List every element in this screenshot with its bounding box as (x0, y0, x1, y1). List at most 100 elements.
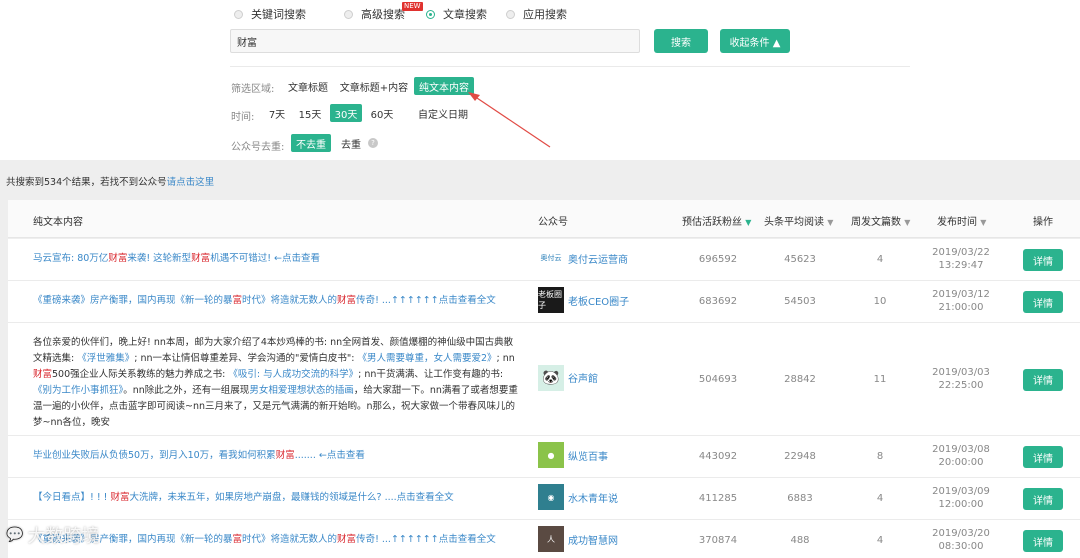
weekly-posts-value: 4 (876, 254, 884, 265)
time-option-7d[interactable]: 7天 (263, 104, 291, 122)
fans-value: 696592 (698, 254, 738, 265)
radio-icon[interactable] (234, 9, 243, 19)
account-avatar[interactable]: 🐼 (538, 364, 564, 391)
sort-desc-icon[interactable]: ▼ (745, 218, 751, 227)
account-cell[interactable]: ◉ 水木青年说 (538, 484, 618, 510)
publish-date: 2019/03/08 (932, 444, 990, 455)
publish-clock: 13:29:47 (938, 260, 984, 271)
article-title-link[interactable]: 【今日看点】! ! ! 财富大洗牌，未来五年，如果房地产崩盘，最赚钱的领域是什么… (33, 490, 523, 506)
publish-time: 2019/03/09 12:00:00 (916, 485, 1006, 511)
text-segment: 时代》将造就无数人的 (242, 295, 338, 306)
dedupe-option-off[interactable]: 不去重 (291, 134, 331, 152)
keyword-highlight: 富 (232, 295, 243, 306)
account-avatar[interactable]: 老板圈子 (538, 287, 564, 313)
search-mode-label: 高级搜索 (361, 8, 405, 21)
search-input[interactable]: 财富 (230, 29, 640, 53)
inline-link[interactable]: 《浮世雅集》 (77, 353, 134, 364)
help-circle-icon[interactable]: ? (368, 138, 378, 148)
area-option-title[interactable]: 文章标题 (283, 77, 333, 95)
account-avatar[interactable]: 奥付云 (538, 245, 564, 271)
account-name-link[interactable]: 奥付云运营商 (568, 251, 628, 266)
search-mode-group: 关键词搜索 高级搜索 NEW 文章搜索 应用搜索 (234, 2, 586, 22)
detail-button[interactable]: 详情 (1023, 249, 1063, 271)
sort-icon[interactable]: ▼ (827, 218, 833, 227)
find-account-link[interactable]: 请点击这里 (167, 177, 215, 188)
weekly-posts-value: 8 (876, 451, 884, 462)
table-header: 纯文本内容 公众号 预估活跃粉丝 ▼ 头条平均阅读 ▼ 周发文篇数 ▼ 发布时间… (8, 200, 1080, 238)
account-avatar[interactable]: ● (538, 442, 564, 468)
detail-button[interactable]: 详情 (1023, 530, 1063, 552)
radio-selected-icon[interactable] (426, 9, 435, 19)
header-date[interactable]: 发布时间 ▼ (937, 213, 986, 228)
account-avatar[interactable]: 人 (538, 526, 564, 552)
time-option-60d[interactable]: 60天 (366, 104, 398, 122)
article-title-link[interactable]: 马云宣布: 80万亿财富来袭! 这轮新型财富机遇不可错过! ←点击查看 (33, 251, 523, 267)
sort-icon[interactable]: ▼ (980, 218, 986, 227)
time-option-custom[interactable]: 自定义日期 (414, 104, 472, 122)
account-cell[interactable]: ● 纵览百事 (538, 442, 608, 468)
time-option-30d[interactable]: 30天 (330, 104, 362, 122)
radio-icon[interactable] (344, 9, 353, 19)
search-button[interactable]: 搜索 (654, 29, 708, 53)
account-cell[interactable]: 人成功智慧网 (538, 526, 618, 552)
account-avatar[interactable]: ◉ (538, 484, 564, 510)
header-reads-label: 头条平均阅读 (764, 217, 824, 228)
table-row: 《重磅来袭》房产衡罪，国内再现《新一轮的暴富时代》将造就无数人的财富传奇! ..… (8, 520, 1080, 558)
watermark-text: 大数跨境 (27, 526, 100, 547)
inline-link[interactable]: 《男人需要尊重，女人需要爱2》 (357, 353, 496, 364)
detail-button[interactable]: 详情 (1023, 446, 1063, 468)
account-cell[interactable]: 奥付云 奥付云运营商 (538, 245, 628, 271)
search-mode-app[interactable]: 应用搜索 (506, 6, 586, 22)
inline-link[interactable]: 男女相爱理想状态的插画 (249, 385, 354, 396)
account-name-link[interactable]: 老板CEO圈子 (568, 293, 629, 308)
publish-clock: 20:00:00 (938, 457, 984, 468)
header-fans[interactable]: 预估活跃粉丝 ▼ (682, 213, 751, 228)
search-mode-keyword[interactable]: 关键词搜索 (234, 6, 344, 22)
search-mode-advanced[interactable]: 高级搜索 NEW (344, 2, 426, 22)
area-filter-label: 筛选区域: (231, 84, 275, 95)
header-weekly[interactable]: 周发文篇数 ▼ (851, 213, 910, 228)
avg-reads-value: 6883 (787, 493, 813, 504)
account-name-link[interactable]: 成功智慧网 (568, 532, 618, 547)
account-name-link[interactable]: 谷声館 (568, 370, 598, 385)
weekly-posts-value: 4 (876, 493, 884, 504)
weekly-posts-value: 11 (873, 373, 887, 385)
text-segment: ....... ←点击查看 (294, 450, 365, 461)
divider (230, 66, 910, 67)
table-row: 各位亲爱的伙伴们，晚上好! nn本周，邮为大家介绍了4本炒鸡棒的书: nn全网首… (8, 323, 1080, 436)
header-fans-label: 预估活跃粉丝 (682, 217, 742, 228)
header-weekly-label: 周发文篇数 (851, 217, 901, 228)
table-row: 毕业创业失败后从负债50万，到月入10万，看我如何积累财富....... ←点击… (8, 436, 1080, 478)
text-segment: 毕业创业失败后从负债50万，到月入10万，看我如何积累 (33, 450, 276, 461)
publish-time: 2019/03/08 20:00:00 (916, 443, 1006, 469)
header-content: 纯文本内容 (33, 217, 83, 228)
publish-clock: 12:00:00 (938, 499, 984, 510)
time-option-15d[interactable]: 15天 (295, 104, 325, 122)
inline-link[interactable]: 《别为工作小事抓狂》 (33, 385, 123, 396)
dedupe-option-on[interactable]: 去重 (336, 134, 366, 152)
inline-link[interactable]: 《吸引: 与人成功交流的科学》 (228, 369, 358, 380)
text-segment: 时代》将造就无数人的 (242, 534, 338, 545)
dedupe-filter-label: 公众号去重: (231, 142, 285, 153)
publish-time: 2019/03/12 21:00:00 (916, 288, 1006, 314)
radio-icon[interactable] (506, 9, 515, 19)
area-option-title-content[interactable]: 文章标题+内容 (338, 77, 410, 95)
account-name-link[interactable]: 水木青年说 (568, 490, 618, 505)
detail-button[interactable]: 详情 (1023, 368, 1063, 391)
sort-icon[interactable]: ▼ (904, 218, 910, 227)
account-cell[interactable]: 🐼 谷声館 (538, 364, 598, 391)
fans-value: 504693 (698, 373, 738, 385)
text-segment: 机遇不可错过! ←点击查看 (210, 253, 320, 264)
article-title-link[interactable]: 《重磅来袭》房产衡罪，国内再现《新一轮的暴富时代》将造就无数人的财富传奇! ..… (33, 293, 523, 309)
detail-button[interactable]: 详情 (1023, 488, 1063, 510)
account-cell[interactable]: 老板圈子 老板CEO圈子 (538, 287, 629, 313)
collapse-filters-button[interactable]: 收起条件 ▲ (720, 29, 790, 53)
account-name-link[interactable]: 纵览百事 (568, 448, 608, 463)
header-reads[interactable]: 头条平均阅读 ▼ (764, 213, 833, 228)
article-title-link[interactable]: 毕业创业失败后从负债50万，到月入10万，看我如何积累财富....... ←点击… (33, 448, 523, 464)
detail-button[interactable]: 详情 (1023, 291, 1063, 313)
publish-date: 2019/03/12 (932, 289, 990, 300)
article-title-link[interactable]: 《重磅来袭》房产衡罪，国内再现《新一轮的暴富时代》将造就无数人的财富传奇! ..… (33, 532, 523, 548)
search-mode-article[interactable]: 文章搜索 (426, 6, 506, 22)
chat-bubble-icon: 💬 (6, 527, 24, 543)
